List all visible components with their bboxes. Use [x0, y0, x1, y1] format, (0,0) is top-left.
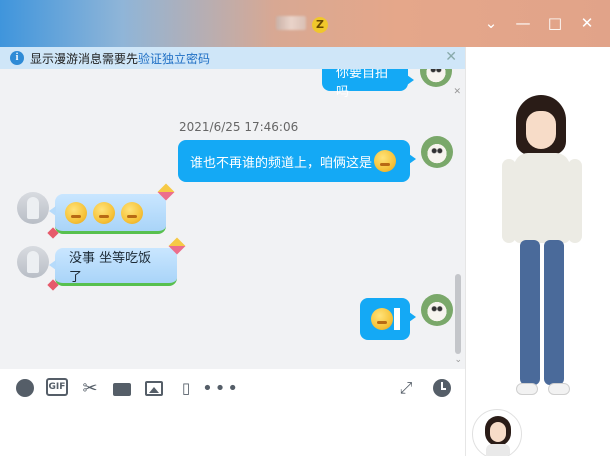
avatar[interactable] — [420, 69, 452, 87]
sleep-status-badge: Z — [312, 17, 328, 33]
image-icon[interactable] — [144, 378, 164, 398]
message-bubble-in[interactable] — [47, 183, 175, 239]
title-bar: Z ⌄ — □ ✕ — [0, 0, 610, 47]
avatar[interactable] — [17, 246, 49, 278]
close-icon[interactable]: ✕ — [574, 10, 600, 36]
expand-icon[interactable]: ⤢ — [396, 378, 416, 398]
bubble-kite-decoration — [168, 237, 186, 255]
scroll-down-arrow-icon[interactable]: ⌄ — [454, 355, 462, 365]
scrollbar[interactable] — [455, 274, 461, 354]
chevron-down-icon[interactable]: ⌄ — [478, 10, 504, 36]
notice-close-icon[interactable]: ✕ — [445, 49, 457, 65]
message-list[interactable]: ··· 你要自拍吗 ✕ 2021/6/25 17:46:06 谁也不再谁的频道上… — [0, 69, 465, 369]
avatar-show-figure — [496, 95, 596, 425]
message-text: 没事 坐等吃饭了 — [69, 250, 152, 285]
grin-emoji-icon — [374, 150, 397, 172]
bubble-corner-decoration — [47, 279, 59, 291]
contact-name-blurred — [276, 16, 306, 30]
gif-icon[interactable]: GIF — [46, 378, 68, 396]
input-toolbar: GIF ✂ ▯ ••• ⤢ — [0, 369, 465, 407]
peek-emoji-icon — [370, 308, 393, 330]
history-clock-icon[interactable] — [432, 378, 452, 398]
avatar[interactable] — [421, 136, 453, 168]
avatar-show-panel — [465, 47, 610, 456]
message-bubble-out[interactable]: 谁也不再谁的频道上，咱俩这是 — [178, 140, 416, 182]
message-text: 你要自拍吗 — [336, 69, 389, 100]
think-emoji-icon — [65, 201, 87, 224]
message-text: 谁也不再谁的频道上，咱俩这是 — [190, 155, 373, 171]
think-emoji-icon — [93, 201, 115, 224]
bubble-corner-decoration — [47, 227, 59, 239]
maximize-icon[interactable]: □ — [542, 10, 568, 36]
think-emoji-icon — [121, 201, 143, 224]
avatar[interactable] — [421, 294, 453, 326]
verify-password-link[interactable]: 验证独立密码 — [138, 50, 210, 67]
message-bubble-out[interactable] — [360, 298, 416, 340]
door-icon — [393, 308, 400, 330]
message-bubble-in[interactable]: 没事 坐等吃饭了 — [47, 237, 186, 291]
emoji-picker-icon[interactable] — [15, 378, 35, 398]
info-icon: i — [10, 51, 24, 65]
more-options-icon[interactable]: ••• — [202, 378, 238, 399]
roaming-notice-bar: i 显示漫游消息需要先 验证独立密码 ✕ — [0, 47, 465, 69]
avatar[interactable] — [17, 192, 49, 224]
bubble-kite-decoration — [157, 183, 175, 201]
scissors-icon[interactable]: ✂ — [80, 378, 100, 399]
minimize-icon[interactable]: — — [510, 10, 536, 36]
folder-icon[interactable] — [112, 378, 132, 398]
notice-text: 显示漫游消息需要先 — [30, 51, 139, 66]
message-input[interactable] — [0, 407, 465, 456]
scroll-up-arrow-icon[interactable]: ✕ — [453, 87, 461, 97]
message-timestamp: 2021/6/25 17:46:06 — [179, 120, 299, 134]
screen-shake-icon[interactable]: ▯ — [176, 378, 196, 398]
mini-avatar[interactable] — [472, 409, 522, 456]
message-bubble-out[interactable]: 你要自拍吗 — [322, 69, 414, 100]
